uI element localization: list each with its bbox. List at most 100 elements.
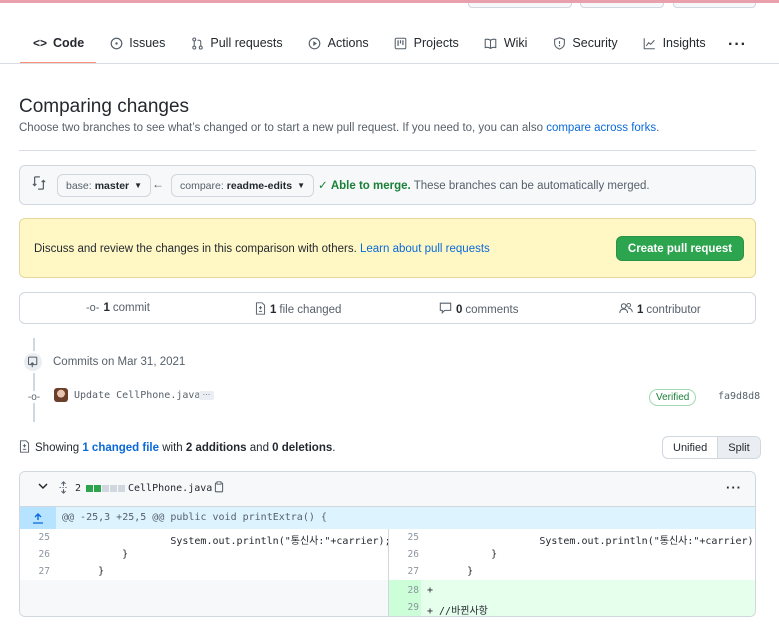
code-line: } [74, 549, 129, 560]
unfold-icon[interactable] [58, 481, 69, 497]
merge-ok-text: Able to merge. [330, 180, 411, 192]
project-icon [393, 35, 409, 51]
base-label: base: [66, 179, 92, 192]
tab-projects[interactable]: Projects [381, 24, 471, 62]
avatar[interactable] [54, 388, 68, 402]
line-number[interactable]: 29 [389, 602, 419, 613]
showing-middle: with [162, 442, 183, 454]
diff-row-left: 26 } [20, 546, 388, 563]
diff-view-toggle: Unified Split [662, 436, 761, 459]
additions-count: 2 additions [185, 442, 247, 454]
flash-text: Discuss and review the changes in this c… [34, 243, 357, 255]
files-summary-text: Showing 1 changed file with 2 additions … [19, 440, 335, 456]
tab-issues[interactable]: Issues [96, 24, 177, 62]
file-diff: 2 CellPhone.java ··· @@ -25,3 +25,5 @@ p… [19, 471, 756, 617]
expand-commit-button[interactable]: … [199, 389, 214, 400]
compare-label: compare: [180, 179, 224, 192]
code-line: System.out.println("통신사:"+carrier); [443, 536, 756, 547]
caret-down-icon: ▼ [134, 181, 143, 190]
base-branch-select[interactable]: base: master ▼ [57, 174, 152, 197]
changed-files-link[interactable]: 1 changed file [82, 442, 159, 454]
repo-push-icon [22, 351, 44, 373]
chevron-down-icon[interactable] [38, 482, 48, 493]
compare-across-forks-link[interactable]: compare across forks [546, 122, 656, 134]
hunk-text: @@ -25,3 +25,5 @@ public void printExtra… [62, 512, 327, 523]
tab-actions[interactable]: Actions [295, 24, 381, 62]
line-number[interactable]: 28 [389, 585, 419, 596]
tab-insights[interactable]: Insights [630, 24, 718, 62]
flash-message: Discuss and review the changes in this c… [34, 243, 490, 255]
caret-down-icon: ▼ [297, 181, 306, 190]
diff-row-left: 27 } [20, 563, 388, 580]
create-pull-request-button[interactable]: Create pull request [616, 236, 744, 261]
book-icon [483, 35, 499, 51]
comments-num: 0 [456, 303, 463, 316]
line-number[interactable]: 25 [389, 532, 419, 543]
file-diff-icon [255, 302, 266, 318]
copy-icon[interactable] [214, 481, 224, 496]
contributors-label: contributor [646, 303, 701, 316]
compare-branch-select[interactable]: compare: readme-edits ▼ [171, 174, 315, 197]
verified-badge[interactable]: Verified [649, 389, 697, 406]
line-number[interactable]: 27 [389, 566, 419, 577]
showing-prefix: Showing [35, 442, 80, 454]
pull-request-icon [189, 35, 205, 51]
commit-icon: -o- [86, 302, 100, 314]
tab-code[interactable]: <> Code [20, 24, 97, 64]
line-number[interactable]: 25 [20, 532, 50, 543]
branch-range-editor: base: master ▼ ← compare: readme-edits ▼… [19, 165, 756, 205]
comments-count[interactable]: 0 comments [439, 302, 518, 317]
repo-nav: <> Code Issues Pull requests Actions Pro… [20, 24, 718, 64]
comment-icon [439, 302, 452, 317]
line-number[interactable]: 26 [389, 549, 419, 560]
code-line: + //바뀐사항 [427, 606, 488, 617]
more-menu-icon[interactable]: ··· [728, 36, 747, 54]
files-label: file changed [279, 304, 342, 316]
tab-pull-requests[interactable]: Pull requests [177, 24, 294, 62]
diff-row-added: 29 + //바뀐사항 [389, 599, 755, 617]
code-line: System.out.println("통신사:"+carrier); [74, 536, 391, 547]
page-title: Comparing changes [19, 96, 190, 117]
deletions-count: 0 deletions [272, 442, 333, 454]
diffstat-neutral-block [102, 485, 109, 492]
watch-button-partial[interactable] [468, 3, 572, 8]
tab-label: Issues [129, 36, 166, 50]
expand-up-icon[interactable] [20, 507, 56, 529]
people-icon [619, 302, 633, 317]
line-number[interactable]: 26 [20, 549, 50, 560]
learn-about-pr-link[interactable]: Learn about pull requests [360, 243, 490, 255]
section-divider [19, 150, 756, 151]
file-diff-icon [19, 440, 30, 456]
tab-label: Actions [327, 36, 369, 50]
tab-security[interactable]: Security [539, 24, 629, 62]
arrow-left-icon: ← [152, 177, 164, 191]
commit-sha-link[interactable]: fa9d8d8 [718, 391, 760, 402]
empty-diff-side [20, 580, 388, 616]
compare-value: readme-edits [226, 179, 293, 192]
diff-row-right: 27 } [389, 563, 755, 580]
split-view-button[interactable]: Split [717, 437, 760, 458]
shield-icon [551, 35, 567, 51]
contributors-count[interactable]: 1 contributor [619, 302, 701, 317]
kebab-menu-icon[interactable]: ··· [726, 480, 742, 495]
comments-label: comments [465, 303, 519, 316]
fork-button-partial[interactable] [673, 3, 756, 8]
line-number[interactable]: 27 [20, 566, 50, 577]
diffstat-bar [86, 485, 125, 492]
unified-view-button[interactable]: Unified [663, 437, 717, 458]
commits-count[interactable]: -o- 1 commit [86, 302, 150, 314]
commit-message-link[interactable]: Update CellPhone.java [74, 390, 200, 401]
graph-icon [642, 35, 658, 51]
play-icon [307, 35, 323, 51]
commits-label: commit [112, 302, 150, 314]
subtitle-text: Choose two branches to see what’s change… [19, 122, 543, 134]
files-changed-count[interactable]: 1 file changed [255, 302, 341, 318]
star-button-partial[interactable] [580, 3, 664, 8]
file-name-link[interactable]: CellPhone.java [128, 483, 212, 494]
compare-swap-icon[interactable] [32, 176, 46, 193]
tab-wiki[interactable]: Wiki [471, 24, 540, 62]
tab-label: Pull requests [210, 36, 283, 50]
comparison-summary: -o- 1 commit 1 file changed 0 comments 1… [19, 292, 756, 324]
create-pr-flash: Discuss and review the changes in this c… [19, 218, 756, 278]
files-num: 1 [270, 304, 277, 316]
